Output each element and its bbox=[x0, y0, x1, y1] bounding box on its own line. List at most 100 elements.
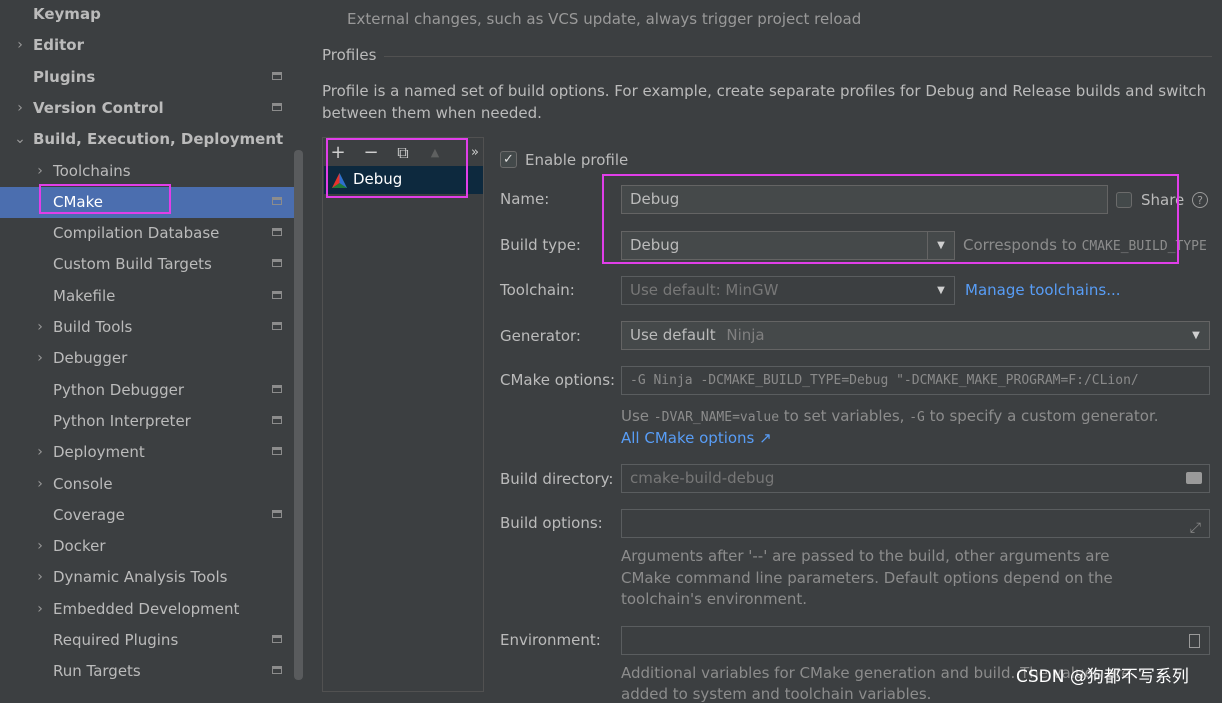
build-options-hint-line3: toolchain's environment. bbox=[621, 590, 808, 608]
sidebar-item-label: Keymap bbox=[33, 5, 101, 23]
sidebar-item-label: Coverage bbox=[53, 505, 125, 524]
toolchain-dropdown[interactable]: Use default: MinGW ▼ bbox=[621, 276, 955, 305]
sidebar-item-label: Plugins bbox=[33, 67, 96, 86]
profiles-section-title: Profiles bbox=[322, 46, 377, 64]
project-scope-icon bbox=[272, 447, 282, 456]
sidebar-scrollbar[interactable] bbox=[294, 150, 303, 680]
environment-hint-line2: added to system and toolchain variables. bbox=[621, 685, 932, 703]
generator-default-hint: Ninja bbox=[726, 326, 765, 344]
toolchain-label: Toolchain: bbox=[500, 281, 575, 299]
folder-icon[interactable] bbox=[1186, 472, 1202, 484]
highlight-box-name-buildtype bbox=[602, 174, 1179, 264]
sidebar-item-label: Version Control bbox=[33, 98, 164, 117]
project-scope-icon bbox=[272, 635, 282, 643]
cmake-options-field[interactable]: -G Ninja -DCMAKE_BUILD_TYPE=Debug "-DCMA… bbox=[621, 366, 1210, 395]
highlight-box-cmake bbox=[39, 184, 171, 214]
sidebar-item-label: Required Plugins bbox=[53, 631, 179, 649]
build-options-hint-line2: CMake command line parameters. Default o… bbox=[621, 569, 1113, 587]
project-scope-icon bbox=[272, 322, 282, 330]
sidebar-item-label: Makefile bbox=[53, 286, 116, 305]
chevron-right-icon[interactable]: › bbox=[12, 93, 28, 124]
settings-sidebar: Keymap › Editor Plugins › Version Control ⌄ Bui… bbox=[0, 0, 306, 692]
environment-field[interactable] bbox=[621, 626, 1210, 655]
enable-profile-label: Enable profile bbox=[525, 151, 629, 169]
sidebar-item-custom-build-targets[interactable]: Custom Build Targets bbox=[0, 249, 294, 280]
chevron-right-icon[interactable]: › bbox=[32, 312, 48, 343]
build-options-field[interactable]: ⤢ bbox=[621, 509, 1210, 538]
sidebar-item-run-targets[interactable]: Run Targets bbox=[0, 656, 294, 687]
chevron-right-icon[interactable]: › bbox=[32, 156, 48, 187]
sidebar-item-label: Run Targets bbox=[53, 662, 141, 681]
project-scope-icon bbox=[272, 509, 282, 518]
sidebar-item-keymap[interactable]: Keymap bbox=[0, 0, 294, 30]
chevron-down-icon: ▼ bbox=[1192, 330, 1200, 341]
generator-dropdown[interactable]: Use default Ninja ▼ bbox=[621, 321, 1210, 350]
sidebar-item-build-tools[interactable]: › Build Tools bbox=[0, 312, 294, 343]
sidebar-item-label: Dynamic Analysis Tools bbox=[53, 568, 228, 587]
reload-hint: External changes, such as VCS update, al… bbox=[347, 10, 862, 28]
sidebar-item-label: Editor bbox=[33, 36, 84, 55]
project-scope-icon bbox=[272, 228, 282, 237]
chevron-right-icon[interactable]: › bbox=[12, 30, 28, 61]
chevron-right-icon[interactable]: › bbox=[32, 343, 48, 374]
watermark: CSDN @狗都不写系列 bbox=[1016, 667, 1189, 687]
sidebar-item-editor[interactable]: › Editor bbox=[0, 30, 294, 61]
sidebar-item-label: Debugger bbox=[53, 349, 128, 368]
project-scope-icon bbox=[272, 102, 282, 111]
environment-label: Environment: bbox=[500, 631, 601, 649]
sidebar-item-label: Deployment bbox=[53, 443, 145, 462]
project-scope-icon bbox=[272, 71, 282, 80]
project-scope-icon bbox=[272, 259, 282, 268]
sidebar-item-docker[interactable]: › Docker bbox=[0, 531, 294, 562]
sidebar-item-label: Embedded Development bbox=[53, 599, 240, 618]
sidebar-item-python-debugger[interactable]: Python Debugger bbox=[0, 375, 294, 406]
sidebar-item-label: Build, Execution, Deployment bbox=[33, 130, 284, 149]
all-cmake-options-link[interactable]: All CMake options ↗ bbox=[621, 429, 772, 447]
sidebar-item-makefile[interactable]: Makefile bbox=[0, 281, 294, 312]
sidebar-item-plugins[interactable]: Plugins bbox=[0, 62, 294, 93]
enable-profile-checkbox[interactable]: ✓ bbox=[500, 151, 517, 168]
sidebar-item-python-interpreter[interactable]: Python Interpreter bbox=[0, 406, 294, 437]
chevron-right-icon[interactable]: › bbox=[32, 531, 48, 562]
sidebar-item-debugger[interactable]: › Debugger bbox=[0, 343, 294, 374]
chevron-down-icon[interactable]: ⌄ bbox=[12, 124, 28, 155]
sidebar-item-label: Python Debugger bbox=[53, 380, 185, 399]
sidebar-item-label: Custom Build Targets bbox=[53, 255, 212, 274]
cmake-options-hint: Use -DVAR_NAME=value to set variables, -… bbox=[621, 407, 1159, 425]
sidebar-item-deployment[interactable]: › Deployment bbox=[0, 437, 294, 468]
build-directory-label: Build directory: bbox=[500, 470, 614, 488]
chevron-right-icon[interactable]: › bbox=[32, 562, 48, 593]
project-scope-icon bbox=[272, 666, 282, 675]
help-icon[interactable]: ? bbox=[1192, 192, 1208, 208]
expand-icon[interactable]: ⤢ bbox=[1190, 515, 1201, 537]
sidebar-item-dynamic-analysis-tools[interactable]: › Dynamic Analysis Tools bbox=[0, 562, 294, 593]
sidebar-item-label: Build Tools bbox=[53, 318, 133, 336]
highlight-box-profiles bbox=[326, 138, 468, 198]
chevron-right-icon[interactable]: › bbox=[32, 437, 48, 468]
profiles-list-panel: + − ⧉ ▲ » bbox=[322, 137, 484, 692]
build-directory-value: cmake-build-debug bbox=[630, 469, 775, 487]
build-directory-field[interactable]: cmake-build-debug bbox=[621, 464, 1210, 493]
build-type-label: Build type: bbox=[500, 236, 581, 254]
sidebar-item-embedded-development[interactable]: › Embedded Development bbox=[0, 594, 294, 625]
chevron-right-icon[interactable]: › bbox=[32, 469, 48, 500]
chevron-right-icon[interactable]: › bbox=[32, 594, 48, 625]
sidebar-item-version-control[interactable]: › Version Control bbox=[0, 93, 294, 124]
sidebar-item-toolchains[interactable]: › Toolchains bbox=[0, 156, 294, 187]
sidebar-item-build-execution-deployment[interactable]: ⌄ Build, Execution, Deployment bbox=[0, 124, 294, 155]
sidebar-item-label: Compilation Database bbox=[53, 224, 220, 243]
manage-toolchains-link[interactable]: Manage toolchains... bbox=[965, 281, 1121, 299]
name-label: Name: bbox=[500, 190, 550, 208]
sidebar-item-compilation-database[interactable]: Compilation Database bbox=[0, 218, 294, 249]
generator-value: Use default bbox=[630, 326, 716, 344]
toolchain-value: Use default: MinGW bbox=[630, 281, 779, 299]
build-options-label: Build options: bbox=[500, 514, 603, 532]
sidebar-item-required-plugins[interactable]: Required Plugins bbox=[0, 625, 294, 656]
sidebar-item-label: Python Interpreter bbox=[53, 411, 191, 430]
sidebar-item-coverage[interactable]: Coverage bbox=[0, 500, 294, 531]
document-icon[interactable] bbox=[1189, 634, 1200, 648]
profiles-separator bbox=[384, 56, 1212, 57]
project-scope-icon bbox=[272, 384, 282, 393]
sidebar-item-console[interactable]: › Console bbox=[0, 469, 294, 500]
build-options-hint-line1: Arguments after '--' are passed to the b… bbox=[621, 547, 1110, 565]
